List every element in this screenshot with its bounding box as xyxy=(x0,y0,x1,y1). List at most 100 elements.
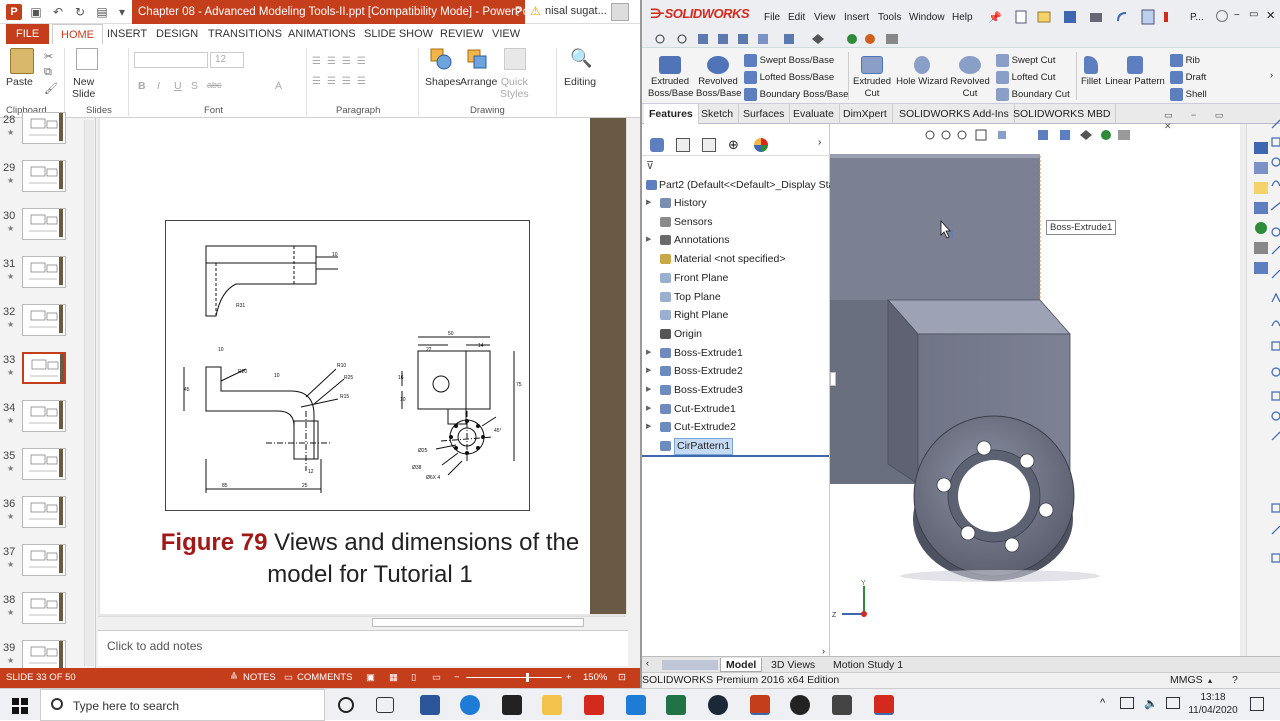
menu-tools[interactable]: Tools xyxy=(878,12,901,23)
tab-transitions[interactable]: TRANSITIONS xyxy=(208,24,282,44)
sw-logo[interactable]: ⋺SOLIDWORKS xyxy=(650,6,750,22)
tree-item[interactable]: ▶ Annotations xyxy=(642,231,830,249)
avatar[interactable] xyxy=(611,3,629,21)
zoom-slider[interactable] xyxy=(466,677,562,678)
font-name-input[interactable] xyxy=(134,52,208,68)
slide-thumbnail[interactable] xyxy=(22,496,66,528)
expand-arrow-icon[interactable]: ▶ xyxy=(646,418,651,436)
pin-icon[interactable]: 📌 xyxy=(988,11,1002,24)
quick-styles-button[interactable]: Quick Styles xyxy=(500,76,529,100)
notes-button[interactable]: NOTES xyxy=(243,672,276,683)
tab-nav-arrows[interactable] xyxy=(662,660,718,670)
taskbar-search[interactable]: Type here to search xyxy=(40,689,325,721)
collapse-tree-handle[interactable] xyxy=(830,372,836,386)
new-slide-icon[interactable] xyxy=(76,48,98,70)
revolved-boss-button[interactable]: Revolved Boss/Base xyxy=(696,56,741,100)
tab-evaluate[interactable]: Evaluate xyxy=(788,104,840,124)
arrange-icon[interactable] xyxy=(466,48,488,70)
tree-item[interactable]: ▶ Boss-Extrude3 xyxy=(642,381,830,399)
tree-scroll-right-icon[interactable]: › xyxy=(822,646,825,656)
tree-item[interactable]: ▶ Boss-Extrude2 xyxy=(642,362,830,380)
shapes-button[interactable]: Shapes xyxy=(425,76,461,88)
save-icon[interactable]: ▣ xyxy=(28,4,44,20)
windows-start-icon[interactable] xyxy=(12,698,28,714)
graphics-area[interactable]: ▭ − ▭ ✕ Y Z xyxy=(830,110,1246,656)
slide-thumbnails-pane[interactable]: 28 ★ 29 ★ 30 ★ 31 ★ 32 ★ 33 ★ 34 ★ 35 ★ 36 ★ 37 ★ 38 ★ 39 ★ xyxy=(0,112,96,672)
shadow-button[interactable]: S xyxy=(191,80,198,92)
display-manager-tab-icon[interactable] xyxy=(754,138,768,152)
tree-item[interactable]: Front Plane xyxy=(642,269,830,287)
view-toolbar-top[interactable] xyxy=(652,32,912,46)
revolved-cut-button[interactable]: Revolved Cut xyxy=(948,56,992,100)
expand-ribbon-icon[interactable]: › xyxy=(1270,70,1273,80)
slide-thumbnail[interactable] xyxy=(22,112,66,144)
slideshow-icon[interactable]: ▭ xyxy=(432,672,441,683)
tab-insert[interactable]: INSERT xyxy=(107,24,147,44)
bold-button[interactable]: B xyxy=(138,80,146,92)
quick-styles-icon[interactable] xyxy=(504,48,526,70)
normal-view-icon[interactable]: ▣ xyxy=(366,672,375,683)
edge-icon[interactable] xyxy=(460,695,480,715)
slide-thumbnail[interactable] xyxy=(22,160,66,192)
tab-features[interactable]: Features xyxy=(644,104,699,124)
filter-icon[interactable]: ⊽ xyxy=(646,159,654,172)
network-icon[interactable] xyxy=(1120,697,1134,709)
copy-icon[interactable]: ⧉ xyxy=(44,66,52,79)
boundary-boss-button[interactable]: Boundary Boss/Base xyxy=(744,88,848,101)
underline-button[interactable]: U xyxy=(174,80,182,92)
quick-access-toolbar[interactable] xyxy=(1014,9,1184,25)
tree-item[interactable]: Sensors xyxy=(642,213,830,231)
reading-view-icon[interactable]: ▯ xyxy=(411,672,416,683)
lofted-boss-button[interactable]: Lofted Boss/Base xyxy=(744,71,834,84)
config-manager-tab-icon[interactable] xyxy=(702,138,716,152)
3d-model[interactable]: Y Z xyxy=(830,124,1246,656)
tab-design[interactable]: DESIGN xyxy=(156,24,198,44)
new-slide-button[interactable]: New Slide xyxy=(72,76,95,100)
expand-arrow-icon[interactable]: ▶ xyxy=(646,362,651,380)
file-explorer-icon[interactable] xyxy=(542,695,562,715)
tab-motion-study[interactable]: Motion Study 1 xyxy=(828,658,908,672)
rollback-bar[interactable] xyxy=(642,455,829,457)
draft-button[interactable]: Draft xyxy=(1170,71,1206,84)
shapes-icon[interactable] xyxy=(430,48,452,70)
paste-button[interactable]: Paste xyxy=(6,76,33,88)
menu-insert[interactable]: Insert xyxy=(844,12,869,23)
solidworks-taskbar-icon[interactable] xyxy=(874,695,894,715)
units-selector[interactable]: MMGS xyxy=(1170,673,1203,688)
action-center-icon[interactable] xyxy=(1250,697,1264,711)
acrobat-icon[interactable] xyxy=(584,695,604,715)
menu-file[interactable]: File xyxy=(764,12,780,23)
menu-window[interactable]: Window xyxy=(909,12,945,23)
tree-item[interactable]: ▶ Boss-Extrude1 xyxy=(642,344,830,362)
feature-tree-tab-icon[interactable] xyxy=(650,138,664,152)
comments-button[interactable]: COMMENTS xyxy=(297,672,352,683)
sketch-tools-strip[interactable] xyxy=(1269,114,1280,584)
horizontal-scrollbar[interactable] xyxy=(98,616,626,628)
units-dropdown-icon[interactable]: ▴ xyxy=(1208,673,1212,688)
property-manager-tab-icon[interactable] xyxy=(676,138,690,152)
menu-edit[interactable]: Edit xyxy=(788,12,805,23)
editing-button[interactable]: Editing xyxy=(564,76,596,88)
find-icon[interactable]: 🔍 xyxy=(570,48,592,69)
tree-item[interactable]: ▶ History xyxy=(642,194,830,212)
tree-item[interactable]: Right Plane xyxy=(642,306,830,324)
extruded-cut-button[interactable]: Extruded Cut xyxy=(850,56,894,100)
italic-button[interactable]: I xyxy=(157,80,160,92)
steam-icon[interactable] xyxy=(708,695,728,715)
menu-view[interactable]: View xyxy=(814,12,836,23)
slide-thumbnail[interactable] xyxy=(22,544,66,576)
powerpoint-taskbar-icon[interactable] xyxy=(750,695,770,715)
help-icon[interactable]: ? xyxy=(510,4,526,20)
hole-wizard-button[interactable]: Hole Wizard xyxy=(896,56,948,88)
language-icon[interactable] xyxy=(1166,697,1180,709)
slide-sorter-icon[interactable]: ▦ xyxy=(389,672,398,683)
extruded-boss-button[interactable]: Extruded Boss/Base xyxy=(648,56,693,100)
taskbar-clock[interactable]: 13:18 11/04/2020 xyxy=(1188,691,1238,717)
mail-icon[interactable] xyxy=(626,695,646,715)
notes-pane[interactable]: Click to add notes xyxy=(98,630,628,666)
zoom-out-button[interactable]: − xyxy=(454,672,460,683)
customize-qat-icon[interactable]: ▾ xyxy=(114,4,130,20)
restore-icon[interactable]: ▭ xyxy=(1249,9,1258,20)
linear-pattern-button[interactable]: Linear Pattern xyxy=(1104,56,1166,88)
tab-3d-views[interactable]: 3D Views xyxy=(766,658,820,672)
